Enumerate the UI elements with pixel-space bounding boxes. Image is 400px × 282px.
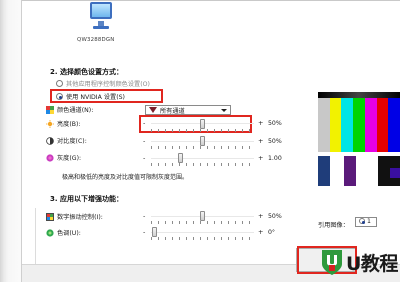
hue-icon xyxy=(46,228,54,237)
color-bars xyxy=(318,92,400,152)
chevron-down-icon xyxy=(221,109,227,112)
section-2-title: 2. 选择颜色设置方式： xyxy=(50,68,123,76)
monitor-icon[interactable] xyxy=(85,0,117,33)
brightness-icon xyxy=(46,119,54,128)
bar-cyan xyxy=(341,92,354,152)
radio-label: 其他应用程序控制颜色设置(O) xyxy=(66,81,150,88)
top-border xyxy=(22,0,400,1)
left-panel-border xyxy=(21,0,22,282)
contrast-icon xyxy=(46,136,54,145)
channel-row: 颜色通道(N): xyxy=(46,104,127,115)
vibrance-slider-thumb[interactable] xyxy=(200,211,205,221)
bar-blue xyxy=(388,92,400,152)
hue-slider-thumb[interactable] xyxy=(152,227,157,237)
hue-minus: - xyxy=(143,228,146,236)
hue-value: 0° xyxy=(268,229,276,236)
channel-dropdown[interactable]: 所有通道 xyxy=(145,105,231,115)
vibrance-ticks xyxy=(151,221,254,224)
gamma-value: 1.00 xyxy=(268,155,282,162)
bar-yellow xyxy=(329,92,342,152)
hue-plus: + xyxy=(258,228,264,236)
hue-row: 色调(U): xyxy=(46,227,127,238)
channel-dropdown-value: 所有通道 xyxy=(160,107,185,115)
radio-nvidia-settings[interactable]: 使用 NVIDIA 设置(S) xyxy=(56,92,125,101)
hue-ticks xyxy=(151,237,254,240)
contrast-row: 对比度(C): xyxy=(46,135,127,146)
reference-image-radio[interactable]: 1 xyxy=(355,217,377,227)
contrast-label: 对比度(C): xyxy=(57,138,87,145)
block-navy xyxy=(318,156,330,186)
radio-button-selected[interactable] xyxy=(359,218,365,224)
all-channels-icon xyxy=(149,107,157,113)
vibrance-label: 数字振动控制(I): xyxy=(57,214,103,221)
bar-magenta xyxy=(364,92,377,152)
bottom-blocks xyxy=(318,152,400,192)
color-test-image xyxy=(318,92,400,192)
vibrance-row: 数字振动控制(I): xyxy=(46,211,127,222)
gamma-minus: - xyxy=(143,154,146,162)
reference-option-label: 1 xyxy=(366,218,371,225)
block-indigo xyxy=(390,168,400,178)
vibrance-minus: - xyxy=(143,212,146,220)
gamma-row: 灰度(G): xyxy=(46,152,127,163)
brightness-ticks xyxy=(151,129,254,132)
top-gradient-strip xyxy=(318,92,400,98)
gamma-ticks xyxy=(151,163,254,166)
contrast-plus: + xyxy=(258,137,264,145)
gamma-slider-thumb[interactable] xyxy=(178,153,183,163)
brightness-slider-thumb[interactable] xyxy=(200,119,205,129)
contrast-ticks xyxy=(151,146,254,149)
gamma-plus: + xyxy=(258,154,264,162)
gamma-icon xyxy=(46,153,54,162)
bar-green xyxy=(353,92,365,152)
channel-label: 颜色通道(N): xyxy=(57,107,94,114)
vibrance-plus: + xyxy=(258,212,264,220)
vibrance-value: 50% xyxy=(268,213,282,220)
radio-button-selected[interactable] xyxy=(56,93,63,100)
vibrance-icon xyxy=(46,212,54,221)
bar-gray xyxy=(318,92,330,152)
color-channel-icon xyxy=(46,105,54,114)
brightness-plus: + xyxy=(258,119,264,127)
section-3-title: 3. 应用以下增强功能： xyxy=(50,195,123,203)
radio-other-app[interactable]: 其他应用程序控制颜色设置(O) xyxy=(56,79,150,88)
hue-track[interactable] xyxy=(151,232,254,233)
gamma-label: 灰度(G): xyxy=(57,155,82,162)
brightness-minus: - xyxy=(143,119,146,127)
brightness-label: 亮度(B): xyxy=(57,121,81,128)
shield-logo-icon xyxy=(322,250,342,275)
watermark-text: U教程 xyxy=(346,253,398,275)
monitor-label: QW3288DGN xyxy=(77,37,115,43)
monitor-base xyxy=(93,26,109,29)
brightness-value: 50% xyxy=(268,120,282,127)
contrast-minus: - xyxy=(143,137,146,145)
reference-image-label: 引用图像： xyxy=(318,222,349,229)
watermark-logo: U教程 xyxy=(302,244,400,282)
block-purple xyxy=(344,156,356,186)
contrast-value: 50% xyxy=(268,138,282,145)
range-note: 极高和极低的亮度及对比度值可限制灰度范围。 xyxy=(62,174,189,181)
radio-button[interactable] xyxy=(56,80,63,87)
bar-red xyxy=(376,92,389,152)
monitor-screen xyxy=(90,2,112,19)
left-panel xyxy=(0,0,22,282)
gamma-track[interactable] xyxy=(151,158,254,159)
contrast-slider-thumb[interactable] xyxy=(200,136,205,146)
brightness-row: 亮度(B): xyxy=(46,118,127,129)
radio-label: 使用 NVIDIA 设置(S) xyxy=(66,94,125,101)
hue-label: 色调(U): xyxy=(57,230,81,237)
